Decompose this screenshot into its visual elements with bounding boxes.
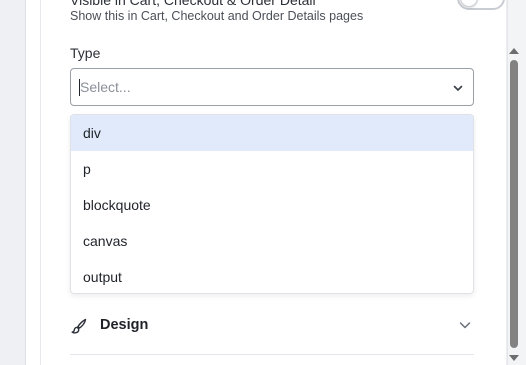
visibility-description: Show this in Cart, Checkout and Order De… <box>70 9 364 23</box>
scroll-down-arrow-icon[interactable] <box>509 355 519 361</box>
scroll-up-arrow-icon[interactable] <box>509 48 519 54</box>
type-dropdown-menu: div p blockquote canvas output <box>70 114 474 294</box>
left-gutter <box>0 0 26 365</box>
option-div[interactable]: div <box>71 115 473 151</box>
design-section-header[interactable]: Design <box>70 310 474 342</box>
visibility-toggle[interactable] <box>457 0 505 10</box>
brush-icon <box>71 318 87 334</box>
settings-panel: Visible in Cart, Checkout & Order Detail… <box>26 0 506 365</box>
panel-border <box>40 0 41 365</box>
page: Visible in Cart, Checkout & Order Detail… <box>0 0 526 365</box>
visibility-setting: Visible in Cart, Checkout & Order Detail… <box>70 0 505 32</box>
option-output[interactable]: output <box>71 259 473 293</box>
type-select[interactable]: Select... <box>70 68 474 106</box>
option-canvas[interactable]: canvas <box>71 223 473 259</box>
option-blockquote[interactable]: blockquote <box>71 187 473 223</box>
toggle-knob <box>460 0 478 7</box>
type-label: Type <box>70 45 101 61</box>
type-select-placeholder: Select... <box>80 79 131 95</box>
visibility-title: Visible in Cart, Checkout & Order Detail <box>70 0 316 8</box>
chevron-down-icon[interactable] <box>451 81 465 95</box>
section-divider <box>70 354 474 355</box>
scrollbar-thumb[interactable] <box>510 60 518 348</box>
chevron-down-icon[interactable] <box>458 318 472 332</box>
option-p[interactable]: p <box>71 151 473 187</box>
design-section-label: Design <box>100 317 149 333</box>
